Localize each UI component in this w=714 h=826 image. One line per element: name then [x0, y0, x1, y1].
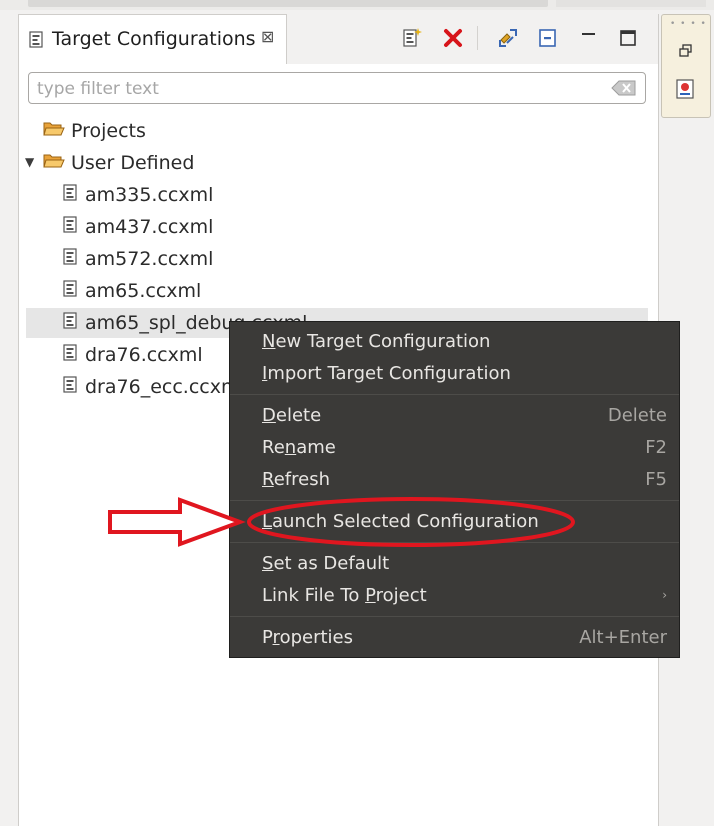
menu-item-label: Link File To Project [262, 585, 427, 606]
top-strip [0, 0, 714, 10]
menu-item-rename[interactable]: Rename F2 [230, 433, 679, 463]
ccxml-file-icon [63, 247, 79, 271]
menu-item-new-target-configuration[interactable]: New Target Configuration [230, 327, 679, 357]
menu-shortcut: Alt+Enter [579, 627, 667, 648]
tree-item-projects[interactable]: Projects [43, 116, 146, 146]
tree-item-file[interactable]: am65.ccxml [63, 276, 201, 306]
menu-item-label: Rename [262, 437, 336, 458]
folder-open-icon [43, 152, 65, 175]
menu-item-link-file-to-project[interactable]: Link File To Project › [230, 581, 679, 611]
ccxml-file-icon [63, 279, 79, 303]
tab-label: Target Configurations [52, 28, 256, 50]
tree-item-label: am65.ccxml [85, 280, 202, 302]
menu-separator [230, 542, 679, 543]
context-menu: New Target Configuration Import Target C… [229, 321, 680, 658]
close-icon[interactable]: ⊠ [261, 27, 274, 46]
folder-icon [43, 120, 65, 143]
menu-item-label: Import Target Configuration [262, 363, 511, 384]
tree-item-label: User Defined [71, 152, 195, 174]
ccxml-file-icon [63, 375, 79, 399]
minimize-icon[interactable] [577, 26, 601, 50]
tree-item-label: am437.ccxml [85, 216, 214, 238]
menu-shortcut: Delete [607, 405, 667, 426]
menu-item-import-target-configuration[interactable]: Import Target Configuration [230, 359, 679, 389]
menu-shortcut: F5 [645, 469, 667, 490]
clear-filter-icon[interactable] [611, 80, 637, 100]
menu-item-launch-selected-configuration[interactable]: Launch Selected Configuration [230, 507, 679, 537]
toolbar-divider [477, 26, 478, 50]
menu-shortcut: F2 [645, 437, 667, 458]
link-with-editor-icon[interactable] [496, 26, 520, 50]
tree-item-label: am335.ccxml [85, 184, 214, 206]
menu-item-label: Set as Default [262, 553, 390, 574]
tree-item-label: dra76.ccxml [85, 344, 203, 366]
menu-item-label: Delete [262, 405, 322, 426]
menu-item-properties[interactable]: Properties Alt+Enter [230, 623, 679, 653]
ccxml-file-icon [63, 183, 79, 207]
ccxml-file-icon [63, 311, 79, 335]
menu-separator [230, 394, 679, 395]
menu-item-delete[interactable]: Delete Delete [230, 401, 679, 431]
view-tab-bar: Target Configurations ⊠ [19, 14, 658, 64]
tree-item-label: dra76_ecc.ccxml [85, 376, 245, 398]
submenu-arrow-icon: › [662, 588, 667, 602]
tree-item-file[interactable]: am335.ccxml [63, 180, 213, 210]
tree-item-file[interactable]: dra76_ecc.ccxml [63, 372, 245, 402]
tree-item-label: Projects [71, 120, 146, 142]
ccxml-file-icon [63, 215, 79, 239]
new-target-config-icon[interactable] [402, 26, 426, 50]
restore-icon[interactable] [679, 43, 693, 62]
menu-item-label: Refresh [262, 469, 330, 490]
filter-input-box [28, 72, 646, 104]
tree-item-file[interactable]: am572.ccxml [63, 244, 213, 274]
menu-item-label: Properties [262, 627, 353, 648]
editor-area-edge [556, 0, 706, 7]
collapse-all-icon[interactable] [536, 26, 560, 50]
tree-item-label: am572.ccxml [85, 248, 214, 270]
debug-view-icon[interactable] [675, 78, 697, 104]
minimized-view-stack: • • • • [661, 14, 711, 118]
ccxml-file-icon [63, 343, 79, 367]
tree-item-file[interactable]: dra76.ccxml [63, 340, 203, 370]
menu-item-refresh[interactable]: Refresh F5 [230, 465, 679, 495]
maximize-icon[interactable] [616, 26, 640, 50]
menu-separator [230, 616, 679, 617]
expanded-twistie-icon[interactable]: ▼ [25, 155, 34, 169]
menu-item-label: Launch Selected Configuration [262, 511, 539, 532]
target-config-icon [29, 31, 45, 53]
menu-item-label: New Target Configuration [262, 331, 491, 352]
tree-item-user-defined[interactable]: User Defined [43, 148, 194, 178]
tree-item-file[interactable]: am437.ccxml [63, 212, 213, 242]
drag-handle[interactable]: • • • • [670, 19, 707, 29]
menu-item-set-as-default[interactable]: Set as Default [230, 549, 679, 579]
tab-target-configurations[interactable]: Target Configurations ⊠ [19, 14, 287, 64]
horizontal-scrollbar[interactable] [28, 0, 548, 7]
delete-icon[interactable] [442, 26, 466, 50]
filter-input[interactable] [35, 76, 609, 102]
menu-separator [230, 500, 679, 501]
